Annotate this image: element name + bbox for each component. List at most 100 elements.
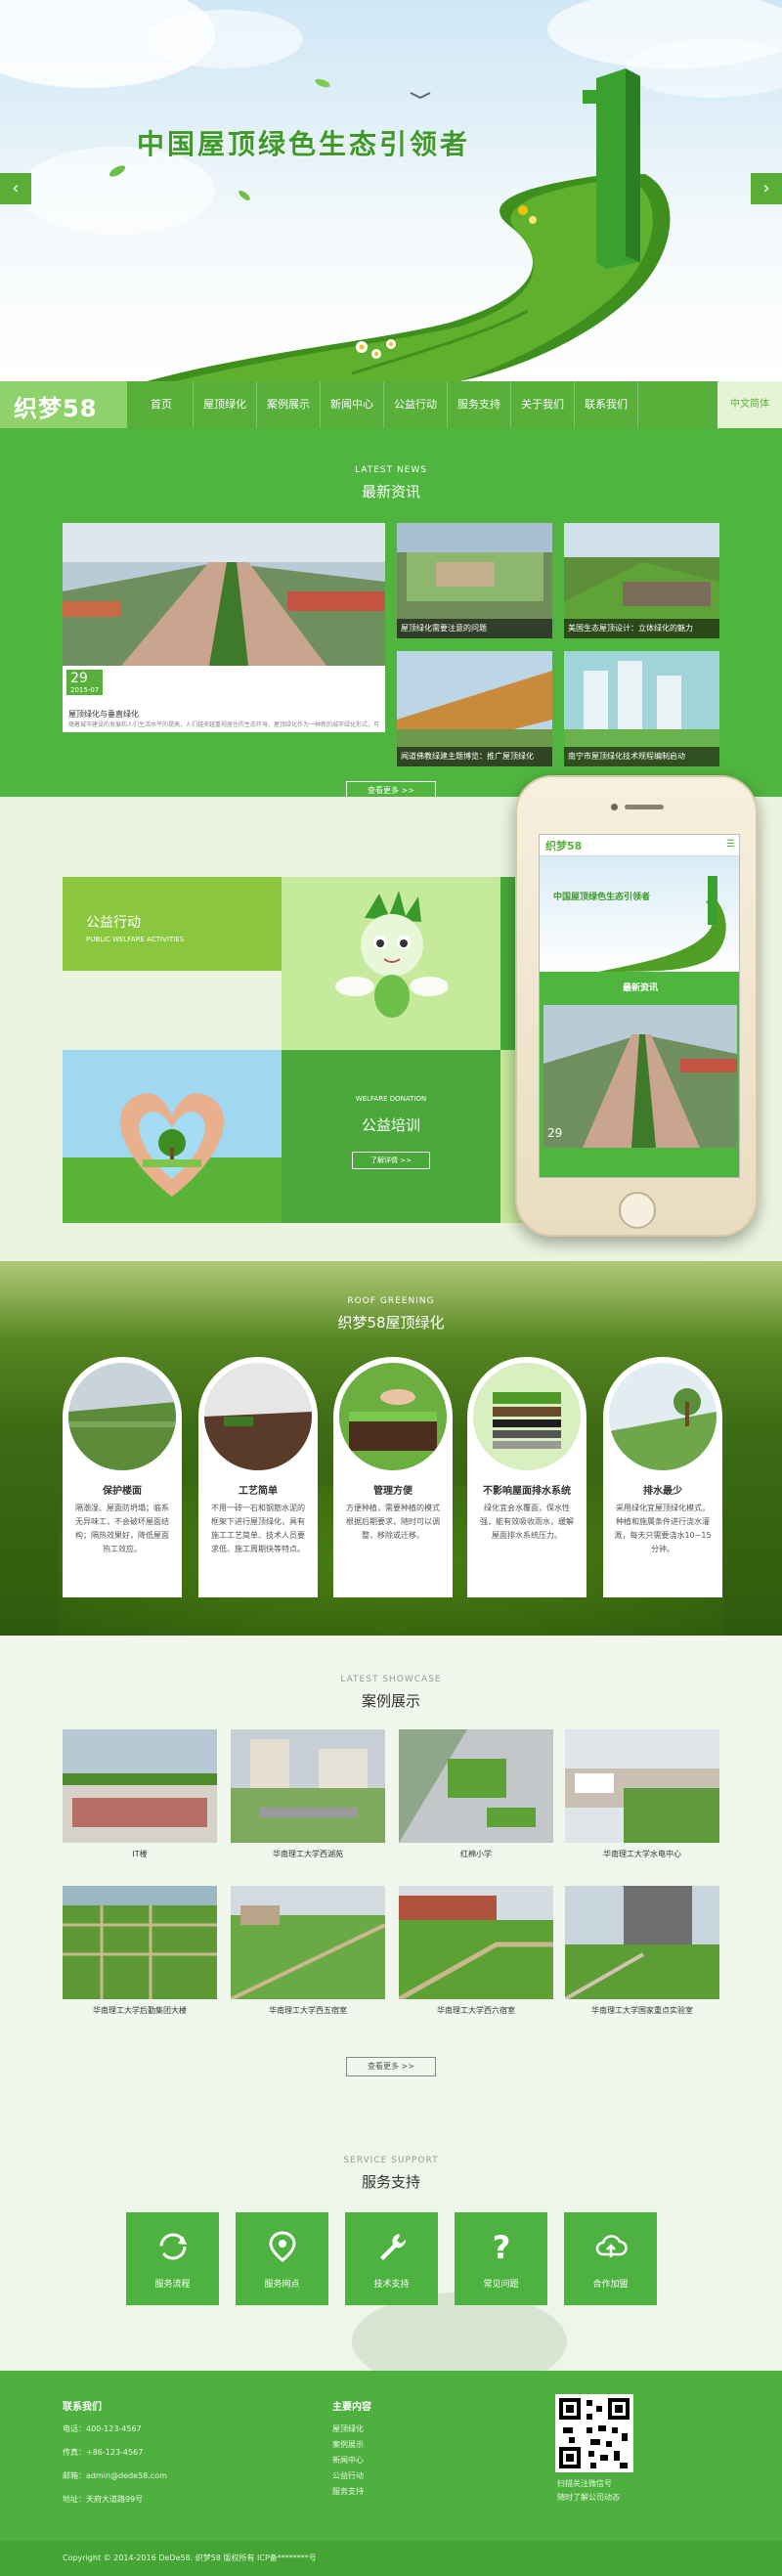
case-item[interactable]: 华南理工大学国家重点实验室 xyxy=(565,1886,719,2015)
service-process-tile[interactable]: 服务流程 xyxy=(126,2212,219,2305)
nav-item-roof-greening[interactable]: 屋顶绿化 xyxy=(194,381,257,428)
service-title-en: SERVICE SUPPORT xyxy=(343,2156,439,2165)
language-switch[interactable]: 中文简体 xyxy=(717,381,782,428)
case-image xyxy=(399,1729,553,1843)
nav-item-about[interactable]: 关于我们 xyxy=(511,381,575,428)
nav-item-contact[interactable]: 联系我们 xyxy=(575,381,638,428)
featured-news-card[interactable]: 29 2015-07 屋顶绿化与垂直绿化 随着城市建设的发展和人们生活水平的提高… xyxy=(63,523,385,732)
featured-news-image xyxy=(63,523,385,666)
footer-email[interactable]: 邮箱：admin@dede58.com xyxy=(63,2470,167,2481)
service-section: SERVICE SUPPORT 服务支持 服务流程 服务网点 技术支持 ? 常见… xyxy=(0,2117,782,2371)
case-label: 华南理工大学水电中心 xyxy=(603,1850,681,1858)
roof-feature-card[interactable]: 管理方便 方便种植，需要种植的模式根据后期要求，随时可以调整，移除或迁移。 xyxy=(333,1357,453,1597)
question-mark-icon: ? xyxy=(492,2229,510,2266)
green-road-illustration xyxy=(109,68,671,381)
roof-feature-image xyxy=(204,1363,312,1470)
news-section: LATEST NEWS 最新资讯 29 2015-07 屋顶绿化与垂直绿化 随着… xyxy=(0,428,782,801)
case-item[interactable]: 华南理工大学水电中心 xyxy=(565,1729,719,1858)
footer-address: 地址：天府大道路99号 xyxy=(63,2495,144,2504)
phone-menu-icon[interactable]: ☰ xyxy=(726,839,735,850)
phone-home-button[interactable] xyxy=(619,1192,656,1229)
news-caption: 屋顶绿化需要注意的问题 xyxy=(397,619,552,638)
nav-item-home[interactable]: 首页 xyxy=(130,381,194,428)
case-item[interactable]: IT楼 xyxy=(63,1729,217,1858)
service-outlets-tile[interactable]: 服务网点 xyxy=(236,2212,328,2305)
roof-feature-desc: 不用一砖一石和钢筋水泥的框架下进行屋顶绿化，具有施工工艺简单、技术人员要求低、施… xyxy=(211,1504,305,1553)
welfare-donation-box[interactable]: WELFARE DONATION 公益培训 了解详情 >> xyxy=(282,1050,500,1223)
qr-code-image xyxy=(555,2394,633,2472)
site-logo[interactable]: 织梦58 xyxy=(0,381,127,428)
phone-news-image xyxy=(543,1005,737,1148)
roof-feature-title: 保护楼面 xyxy=(103,1486,142,1497)
phone-logo: 织梦58 xyxy=(545,840,583,852)
nav-item-welfare[interactable]: 公益行动 xyxy=(384,381,448,428)
roof-feature-card[interactable]: 排水最少 采用绿化宜屋顶绿化模式，种植和施属条件进行浇水灌溉，每天只需要浇水10… xyxy=(603,1357,722,1597)
news-caption: 南宁市屋顶绿化技术规程编制启动 xyxy=(564,747,719,766)
wrench-icon xyxy=(379,2234,406,2260)
roof-feature-title: 排水最少 xyxy=(643,1486,682,1497)
footer-link-welfare[interactable]: 公益行动 xyxy=(332,2470,364,2481)
cases-title-en: LATEST SHOWCASE xyxy=(340,1675,442,1684)
nav-item-cases[interactable]: 案例展示 xyxy=(257,381,321,428)
footer-phone: 电话：400-123-4567 xyxy=(63,2424,142,2433)
roof-feature-image xyxy=(609,1363,717,1470)
tech-support-tile[interactable]: 技术支持 xyxy=(345,2212,438,2305)
service-label: 技术支持 xyxy=(373,2280,410,2290)
news-caption: 美国生态屋顶设计：立体绿化的魅力 xyxy=(564,619,719,638)
nav-item-news[interactable]: 新闻中心 xyxy=(321,381,384,428)
service-title-cn: 服务支持 xyxy=(361,2173,420,2191)
news-caption: 闻道佛教绿建主题博览：推广屋顶绿化 xyxy=(397,747,552,766)
case-image xyxy=(63,1886,217,1999)
phone-screen: 织梦58 ☰ 中国屋顶绿色生态引领者 最新资讯 29 xyxy=(539,834,740,1178)
welfare-detail-button[interactable]: 了解详情 >> xyxy=(352,1152,430,1169)
news-card[interactable]: 闻道佛教绿建主题博览：推广屋顶绿化 xyxy=(397,651,552,766)
case-item[interactable]: 华南理工大学西五宿室 xyxy=(231,1886,385,2015)
footer-link-news[interactable]: 新闻中心 xyxy=(332,2455,364,2466)
copyright-text: Copyright © 2014-2016 DeDe58. 织梦58 版权所有 … xyxy=(63,2554,317,2562)
refresh-icon xyxy=(159,2233,187,2260)
footer: 联系我们 电话：400-123-4567 传真：+86-123-4567 邮箱：… xyxy=(0,2371,782,2576)
roof-feature-card[interactable]: 保护楼面 隔潮湿、屋面防坍塌；临系无异味工，不会破坏屋面结构；隔热效果好，降低屋… xyxy=(63,1357,182,1597)
banner-next-button[interactable]: › xyxy=(751,173,782,204)
main-nav: 织梦58 首页 屋顶绿化 案例展示 新闻中心 公益行动 服务支持 关于我们 联系… xyxy=(0,381,782,428)
cases-more-button[interactable]: 查看更多 >> xyxy=(346,2057,436,2076)
case-label: 华南理工大学西湖苑 xyxy=(273,1850,343,1858)
cloud-upload-icon xyxy=(595,2235,628,2257)
qr-caption-1: 扫描关注微信号 xyxy=(557,2479,612,2488)
roof-feature-card[interactable]: 工艺简单 不用一砖一石和钢筋水泥的框架下进行屋顶绿化，具有施工工艺简单、技术人员… xyxy=(198,1357,318,1597)
case-label: 华南理工大学西六宿室 xyxy=(437,2006,515,2015)
roof-title-cn: 织梦58屋顶绿化 xyxy=(337,1314,445,1332)
case-image xyxy=(63,1729,217,1843)
phone-speaker xyxy=(625,805,664,809)
case-item[interactable]: 华南理工大学西六宿室 xyxy=(399,1886,553,2015)
roof-feature-title: 管理方便 xyxy=(373,1486,413,1497)
faq-tile[interactable]: ? 常见问题 xyxy=(455,2212,547,2305)
roof-title-en: ROOF GREENING xyxy=(347,1296,435,1306)
case-item[interactable]: 红棉小学 xyxy=(399,1729,553,1858)
news-date: 29 2015-07 xyxy=(66,670,104,695)
news-card[interactable]: 南宁市屋顶绿化技术规程编制启动 xyxy=(564,651,719,766)
roof-feature-title: 工艺简单 xyxy=(239,1486,278,1497)
phone-news-day: 29 xyxy=(547,1126,563,1140)
news-title-cn: 最新资讯 xyxy=(361,483,420,501)
footer-link-roof[interactable]: 屋顶绿化 xyxy=(332,2423,364,2434)
news-card[interactable]: 美国生态屋顶设计：立体绿化的魅力 xyxy=(564,523,719,638)
banner-prev-button[interactable]: ‹ xyxy=(0,173,31,204)
welfare-activities-box[interactable]: 公益行动 PUBLIC WELFARE ACTIVITIES xyxy=(63,877,282,971)
welfare-donation-title: 公益培训 xyxy=(361,1116,420,1134)
phone-mockup: 织梦58 ☰ 中国屋顶绿色生态引领者 最新资讯 29 xyxy=(515,775,758,1237)
service-label: 服务网点 xyxy=(264,2280,300,2290)
case-item[interactable]: 华南理工大学后勤集团大楼 xyxy=(63,1886,217,2015)
cases-title-cn: 案例展示 xyxy=(361,1692,420,1710)
nav-item-service[interactable]: 服务支持 xyxy=(448,381,511,428)
footer-link-service[interactable]: 服务支持 xyxy=(332,2486,364,2497)
service-label: 常见问题 xyxy=(483,2280,519,2290)
news-card[interactable]: 屋顶绿化需要注意的问题 xyxy=(397,523,552,638)
roof-feature-title: 不影响屋面排水系统 xyxy=(483,1486,571,1497)
roof-feature-card[interactable]: 不影响屋面排水系统 绿化宜会水覆面，保水性强，能有效吸收雨水，缓解屋面排水系统压… xyxy=(467,1357,586,1597)
footer-link-cases[interactable]: 案例展示 xyxy=(332,2439,364,2450)
case-image xyxy=(231,1886,385,1999)
case-item[interactable]: 华南理工大学西湖苑 xyxy=(231,1729,385,1858)
partnership-tile[interactable]: 合作加盟 xyxy=(564,2212,657,2305)
featured-news-title[interactable]: 屋顶绿化与垂直绿化 xyxy=(68,709,139,720)
